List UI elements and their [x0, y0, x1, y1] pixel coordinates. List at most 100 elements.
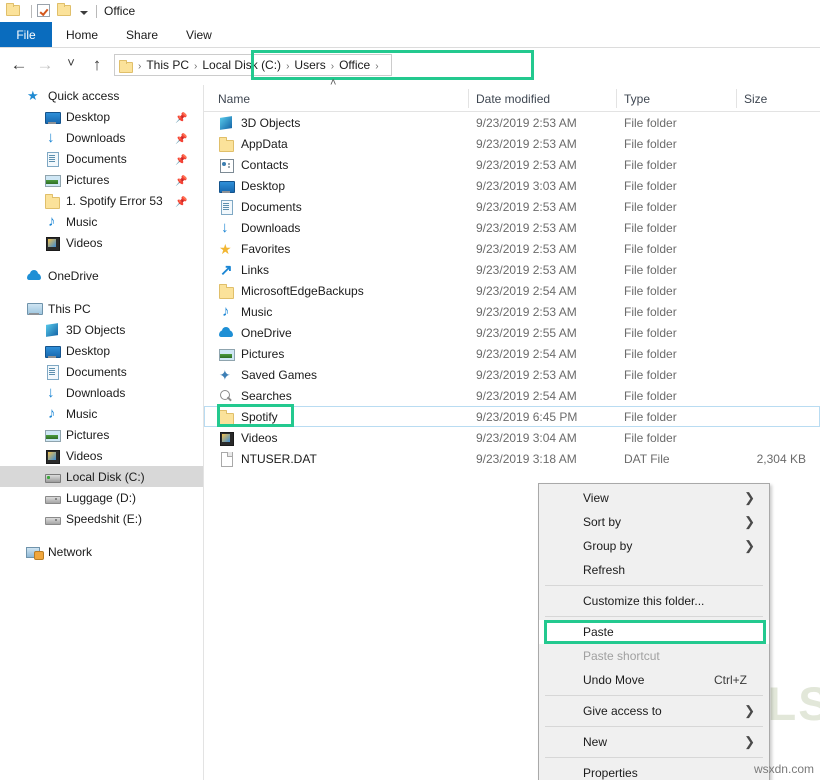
- customize-quick-access-caret-icon[interactable]: [80, 11, 88, 15]
- sidebar-item-pictures[interactable]: Pictures: [0, 169, 203, 190]
- menu-item-group-by[interactable]: Group by❯: [539, 534, 769, 558]
- table-row[interactable]: Documents9/23/2019 2:53 AMFile folder: [204, 196, 820, 217]
- column-header-size[interactable]: Size: [744, 85, 767, 112]
- table-row[interactable]: Saved Games9/23/2019 2:53 AMFile folder: [204, 364, 820, 385]
- sidebar-item-speedshit-e[interactable]: Speedshit (E:): [0, 508, 203, 529]
- table-row[interactable]: Music9/23/2019 2:53 AMFile folder: [204, 301, 820, 322]
- sidebar-item-pictures[interactable]: Pictures: [0, 424, 203, 445]
- up-button[interactable]: [84, 52, 110, 78]
- file-name-label: MicrosoftEdgeBackups: [241, 284, 364, 298]
- table-row[interactable]: Favorites9/23/2019 2:53 AMFile folder: [204, 238, 820, 259]
- sidebar-item-documents[interactable]: Documents: [0, 361, 203, 382]
- table-row[interactable]: Contacts9/23/2019 2:53 AMFile folder: [204, 154, 820, 175]
- column-header-name[interactable]: Name: [218, 85, 250, 112]
- column-divider-3[interactable]: [736, 89, 737, 108]
- table-row[interactable]: Downloads9/23/2019 2:53 AMFile folder: [204, 217, 820, 238]
- table-row[interactable]: Links9/23/2019 2:53 AMFile folder: [204, 259, 820, 280]
- menu-item-give-access-to[interactable]: Give access to❯: [539, 699, 769, 723]
- pin-icon[interactable]: [175, 194, 187, 206]
- sidebar-item-label: Music: [66, 407, 97, 421]
- table-row[interactable]: AppData9/23/2019 2:53 AMFile folder: [204, 133, 820, 154]
- menu-item-refresh[interactable]: Refresh: [539, 558, 769, 582]
- sidebar-item-downloads[interactable]: Downloads: [0, 382, 203, 403]
- file-name-cell: Documents: [218, 199, 302, 215]
- contacts-icon: [218, 157, 234, 173]
- table-row[interactable]: Pictures9/23/2019 2:54 AMFile folder: [204, 343, 820, 364]
- sidebar-item-onedrive[interactable]: OneDrive: [0, 265, 203, 286]
- sidebar-item-label: Speedshit (E:): [66, 512, 142, 526]
- tab-file[interactable]: File: [0, 22, 52, 47]
- forward-button[interactable]: [32, 52, 58, 78]
- menu-separator: [545, 757, 763, 758]
- sidebar-item-1-spotify-error-53[interactable]: 1. Spotify Error 53: [0, 190, 203, 211]
- breadcrumb-separator-0: ›: [137, 61, 142, 72]
- file-name-label: Searches: [241, 389, 292, 403]
- menu-item-label: Properties: [583, 766, 638, 780]
- sidebar-item-this-pc[interactable]: This PC: [0, 298, 203, 319]
- menu-item-undo-move[interactable]: Undo MoveCtrl+Z: [539, 668, 769, 692]
- sidebar-item-desktop[interactable]: Desktop: [0, 106, 203, 127]
- table-row[interactable]: Desktop9/23/2019 3:03 AMFile folder: [204, 175, 820, 196]
- table-row[interactable]: Searches9/23/2019 2:54 AMFile folder: [204, 385, 820, 406]
- file-name-label: Desktop: [241, 179, 285, 193]
- menu-item-new[interactable]: New❯: [539, 730, 769, 754]
- sidebar-item-3d-objects[interactable]: 3D Objects: [0, 319, 203, 340]
- menu-item-label: Customize this folder...: [583, 594, 704, 608]
- breadcrumb-separator-2[interactable]: ›: [285, 61, 290, 72]
- sidebar-item-quick-access[interactable]: Quick access: [0, 85, 203, 106]
- pin-icon[interactable]: [175, 110, 187, 122]
- breadcrumb-this-pc[interactable]: This PC: [142, 58, 193, 72]
- sidebar-item-network[interactable]: Network: [0, 541, 203, 562]
- sidebar-item-downloads[interactable]: Downloads: [0, 127, 203, 148]
- table-row[interactable]: Spotify9/23/2019 6:45 PMFile folder: [204, 406, 820, 427]
- file-name-label: Favorites: [241, 242, 290, 256]
- breadcrumb-local-disk[interactable]: Local Disk (C:): [198, 58, 285, 72]
- tab-home[interactable]: Home: [52, 22, 112, 47]
- column-divider-1[interactable]: [468, 89, 469, 108]
- sidebar-item-local-disk-c[interactable]: Local Disk (C:): [0, 466, 203, 487]
- table-row[interactable]: OneDrive9/23/2019 2:55 AMFile folder: [204, 322, 820, 343]
- menu-item-paste[interactable]: Paste: [539, 620, 769, 644]
- address-folder-icon: [119, 62, 133, 73]
- downloads-icon: [218, 220, 234, 236]
- new-folder-icon[interactable]: [57, 3, 73, 19]
- sidebar-item-videos[interactable]: Videos: [0, 232, 203, 253]
- breadcrumb-separator-1[interactable]: ›: [193, 61, 198, 72]
- menu-item-label: Refresh: [583, 563, 625, 577]
- breadcrumb-users[interactable]: Users: [290, 58, 329, 72]
- menu-item-customize-this-folder[interactable]: Customize this folder...: [539, 589, 769, 613]
- tab-share[interactable]: Share: [112, 22, 172, 47]
- table-row[interactable]: NTUSER.DAT9/23/2019 3:18 AMDAT File2,304…: [204, 448, 820, 469]
- recent-locations-button[interactable]: [58, 52, 84, 78]
- table-row[interactable]: Videos9/23/2019 3:04 AMFile folder: [204, 427, 820, 448]
- properties-icon[interactable]: [37, 3, 53, 19]
- column-divider-2[interactable]: [616, 89, 617, 108]
- column-header-type[interactable]: Type: [624, 85, 650, 112]
- file-date-cell: 9/23/2019 2:53 AM: [476, 368, 577, 382]
- file-name-label: Pictures: [241, 347, 284, 361]
- sidebar-item-music[interactable]: Music: [0, 403, 203, 424]
- pin-icon[interactable]: [175, 131, 187, 143]
- sidebar-item-label: OneDrive: [48, 269, 99, 283]
- sidebar-item-documents[interactable]: Documents: [0, 148, 203, 169]
- pin-icon[interactable]: [175, 173, 187, 185]
- menu-item-properties[interactable]: Properties: [539, 761, 769, 780]
- pin-icon[interactable]: [175, 152, 187, 164]
- sidebar-item-label: Pictures: [66, 173, 109, 187]
- breadcrumb-separator-3[interactable]: ›: [330, 61, 335, 72]
- sidebar-item-luggage-d[interactable]: Luggage (D:): [0, 487, 203, 508]
- breadcrumb-separator-4[interactable]: ›: [374, 61, 379, 72]
- menu-item-view[interactable]: View❯: [539, 486, 769, 510]
- file-type-cell: File folder: [624, 431, 677, 445]
- menu-item-sort-by[interactable]: Sort by❯: [539, 510, 769, 534]
- tab-view[interactable]: View: [172, 22, 226, 47]
- sidebar-item-videos[interactable]: Videos: [0, 445, 203, 466]
- back-button[interactable]: [6, 52, 32, 78]
- table-row[interactable]: 3D Objects9/23/2019 2:53 AMFile folder: [204, 112, 820, 133]
- address-bar[interactable]: › This PC › Local Disk (C:) › Users › Of…: [114, 54, 392, 76]
- column-header-date-modified[interactable]: Date modified: [476, 85, 550, 112]
- sidebar-item-desktop[interactable]: Desktop: [0, 340, 203, 361]
- breadcrumb-office[interactable]: Office: [335, 58, 374, 72]
- sidebar-item-music[interactable]: Music: [0, 211, 203, 232]
- table-row[interactable]: MicrosoftEdgeBackups9/23/2019 2:54 AMFil…: [204, 280, 820, 301]
